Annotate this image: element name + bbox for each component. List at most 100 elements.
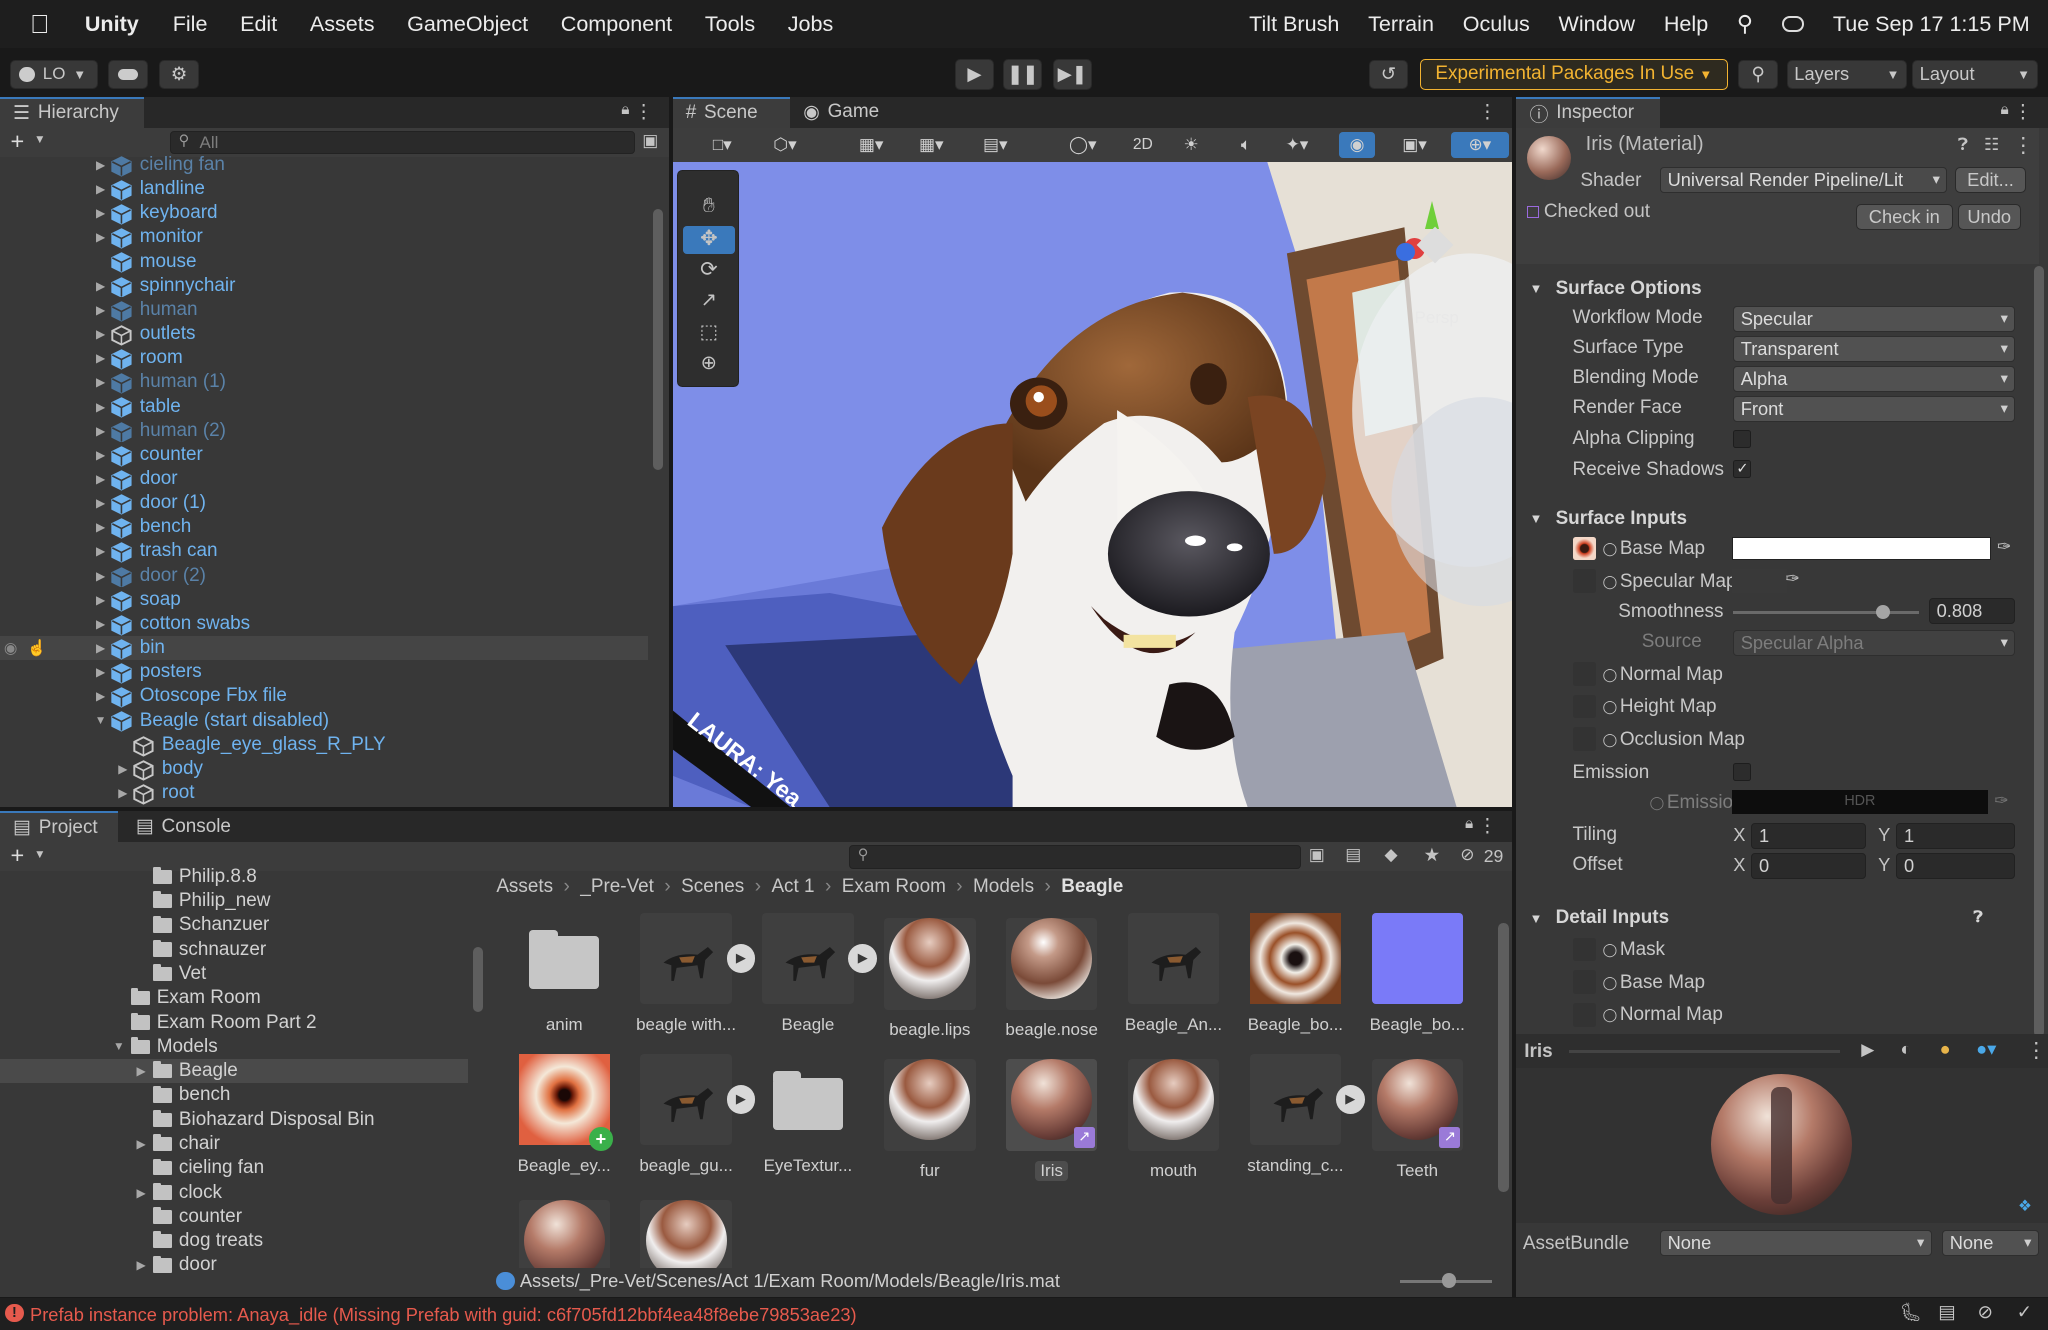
play-preview-icon[interactable]: ▶	[1335, 1085, 1365, 1115]
more-options-icon[interactable]: ⋮	[634, 101, 653, 124]
foldout-closed-icon[interactable]: ▶	[94, 303, 107, 317]
surface-type-dropdown[interactable]: Transparent	[1733, 335, 2016, 362]
asset-item[interactable]: anim	[509, 913, 619, 1035]
menu-oculus[interactable]: Oculus	[1463, 11, 1530, 37]
eyedropper-icon[interactable]: ✑	[1785, 569, 1799, 589]
emission-color-field[interactable]: HDR	[1731, 790, 1988, 814]
hierarchy-row[interactable]: ▶ human (2)	[0, 419, 648, 443]
filter-by-type-icon[interactable]: ▤	[1345, 845, 1361, 865]
eyedropper-icon[interactable]: ✑	[1997, 537, 2011, 557]
tab-scene[interactable]: # Scene	[672, 96, 791, 128]
account-dropdown[interactable]: LO ▼	[10, 60, 98, 89]
menubar-clock[interactable]: Tue Sep 17 1:15 PM	[1833, 11, 2030, 37]
assetbundle-name-dropdown[interactable]: None	[1660, 1230, 1932, 1257]
foldout-closed-icon[interactable]: ▶	[94, 569, 107, 583]
scene-filter-icon[interactable]: ▣	[642, 131, 658, 151]
chevron-down-icon[interactable]: ▼	[34, 133, 46, 146]
folder-tree-item[interactable]: Exam Room	[0, 986, 468, 1010]
tiling-y-field[interactable]: 1	[1896, 822, 2016, 849]
hierarchy-row[interactable]: ▶ keyboard	[0, 201, 648, 225]
hierarchy-row[interactable]: ▶ counter	[0, 443, 648, 467]
surface-options-foldout[interactable]: ▼ Surface Options	[1516, 273, 2023, 304]
edit-shader-button[interactable]: Edit...	[1955, 167, 2026, 194]
foldout-closed-icon[interactable]: ▶	[94, 472, 107, 486]
cloud-button[interactable]	[108, 60, 148, 89]
hierarchy-row[interactable]: ▶ human	[0, 298, 648, 322]
render-mode-button[interactable]: ◯▾	[1059, 128, 1106, 162]
eyedropper-icon[interactable]: ✑	[1994, 791, 2008, 811]
asset-item[interactable]: beagle.lips	[875, 913, 985, 1040]
hierarchy-row[interactable]: ▶ soap	[0, 588, 648, 612]
breadcrumb-pre-vet[interactable]: _Pre-Vet	[580, 876, 654, 898]
layout-dropdown[interactable]: Layout ▼	[1912, 60, 2038, 89]
experimental-packages-button[interactable]: Experimental Packages In Use ▼	[1419, 58, 1728, 91]
asset-item[interactable]: ↗ Teeth	[1362, 1054, 1472, 1181]
move-tool[interactable]: ✥	[682, 225, 735, 255]
hierarchy-row[interactable]: ▶ posters	[0, 660, 648, 684]
pickability-hand-icon[interactable]: ☝	[27, 638, 47, 658]
breadcrumb-models[interactable]: Models	[973, 876, 1034, 898]
asset-item[interactable]: ▶ beagle with...	[631, 912, 756, 1035]
hierarchy-row[interactable]: ▼ Beagle (start disabled)	[0, 709, 648, 733]
menu-tools[interactable]: Tools	[705, 11, 755, 37]
breadcrumb-exam-room[interactable]: Exam Room	[842, 876, 946, 898]
step-button[interactable]: ▶❚	[1052, 58, 1092, 91]
hierarchy-row[interactable]: ◉ ☝ ▶ bin	[0, 636, 648, 661]
visibility-eye-icon[interactable]: ◉	[4, 638, 18, 658]
play-preview-icon[interactable]: ▶	[726, 944, 756, 974]
menu-help[interactable]: Help	[1664, 11, 1708, 37]
preview-drag-handle[interactable]	[1568, 1050, 1841, 1053]
apple-icon[interactable]: 	[30, 9, 59, 40]
folder-tree-item[interactable]: Biohazard Disposal Bin	[0, 1108, 468, 1132]
smoothness-value-field[interactable]: 0.808	[1929, 598, 2016, 625]
play-button[interactable]: ▶	[954, 58, 994, 91]
assetbundle-variant-dropdown[interactable]: None	[1942, 1230, 2039, 1257]
hierarchy-row[interactable]: Beagle_eye_glass_R_PLY	[0, 733, 648, 757]
offset-y-field[interactable]: 0	[1896, 852, 2016, 879]
foldout-closed-icon[interactable]: ▶	[94, 351, 107, 365]
spotlight-search-icon[interactable]: ⚲	[1737, 11, 1753, 37]
asset-item[interactable]: + Beagle_ey...	[509, 1054, 619, 1176]
collab-settings-button[interactable]: ⚙	[159, 60, 199, 89]
hierarchy-row[interactable]: ▶ door	[0, 467, 648, 491]
hidden-objects-toggle[interactable]: ◉	[1338, 131, 1376, 158]
asset-item[interactable]: ↗	[509, 1195, 619, 1269]
projection-label[interactable]: Persp	[1415, 308, 1459, 328]
layers-dropdown[interactable]: Layers ▼	[1786, 60, 1907, 89]
foldout-closed-icon[interactable]: ▶	[94, 400, 107, 414]
menu-jobs[interactable]: Jobs	[788, 11, 834, 37]
offset-x-field[interactable]: 0	[1751, 852, 1867, 879]
folder-tree-item[interactable]: Schanzuer	[0, 913, 468, 937]
help-icon[interactable]: ❓︎	[1958, 135, 1968, 155]
camera-settings-button[interactable]: ▣▾	[1391, 128, 1438, 162]
undo-history-button[interactable]: ↺	[1368, 60, 1408, 89]
play-preview-icon[interactable]: ▶	[848, 944, 878, 974]
search-scope-icon[interactable]: ▣	[1309, 845, 1325, 865]
rotate-tool[interactable]: ⟳	[683, 257, 735, 286]
foldout-closed-icon[interactable]: ▶	[94, 206, 107, 220]
progress-check-icon[interactable]: ✓	[2017, 1301, 2032, 1323]
asset-item[interactable]: fur	[875, 1054, 985, 1181]
foldout-closed-icon[interactable]: ▶	[94, 158, 107, 172]
menu-terrain[interactable]: Terrain	[1368, 11, 1434, 37]
more-options-icon[interactable]: ⋮	[2013, 133, 2034, 158]
foldout-closed-icon[interactable]: ▶	[129, 1137, 153, 1151]
foldout-closed-icon[interactable]: ▶	[94, 230, 107, 244]
more-options-icon[interactable]: ⋮	[1478, 101, 1497, 124]
render-face-dropdown[interactable]: Front	[1733, 395, 2016, 422]
menu-edit[interactable]: Edit	[240, 11, 277, 37]
app-menu[interactable]: Unity	[85, 11, 139, 37]
foldout-closed-icon[interactable]: ▶	[94, 375, 107, 389]
material-preview-area[interactable]: ❖	[1516, 1068, 2048, 1223]
preview-mesh-icon[interactable]: ◐	[1900, 1038, 1911, 1060]
asset-item[interactable]: ▶ beagle_gu...	[631, 1054, 756, 1176]
menu-gameobject[interactable]: GameObject	[407, 11, 528, 37]
hierarchy-scrollbar[interactable]	[653, 208, 664, 471]
hierarchy-row[interactable]: ▶ landline	[0, 177, 648, 201]
breadcrumb-assets[interactable]: Assets	[496, 876, 553, 898]
foldout-closed-icon[interactable]: ▶	[94, 496, 107, 510]
menu-window[interactable]: Window	[1558, 11, 1635, 37]
thumbnail-size-slider[interactable]	[1400, 1273, 1492, 1288]
menu-component[interactable]: Component	[561, 11, 672, 37]
orientation-gizmo[interactable]: Persp	[1388, 200, 1492, 327]
